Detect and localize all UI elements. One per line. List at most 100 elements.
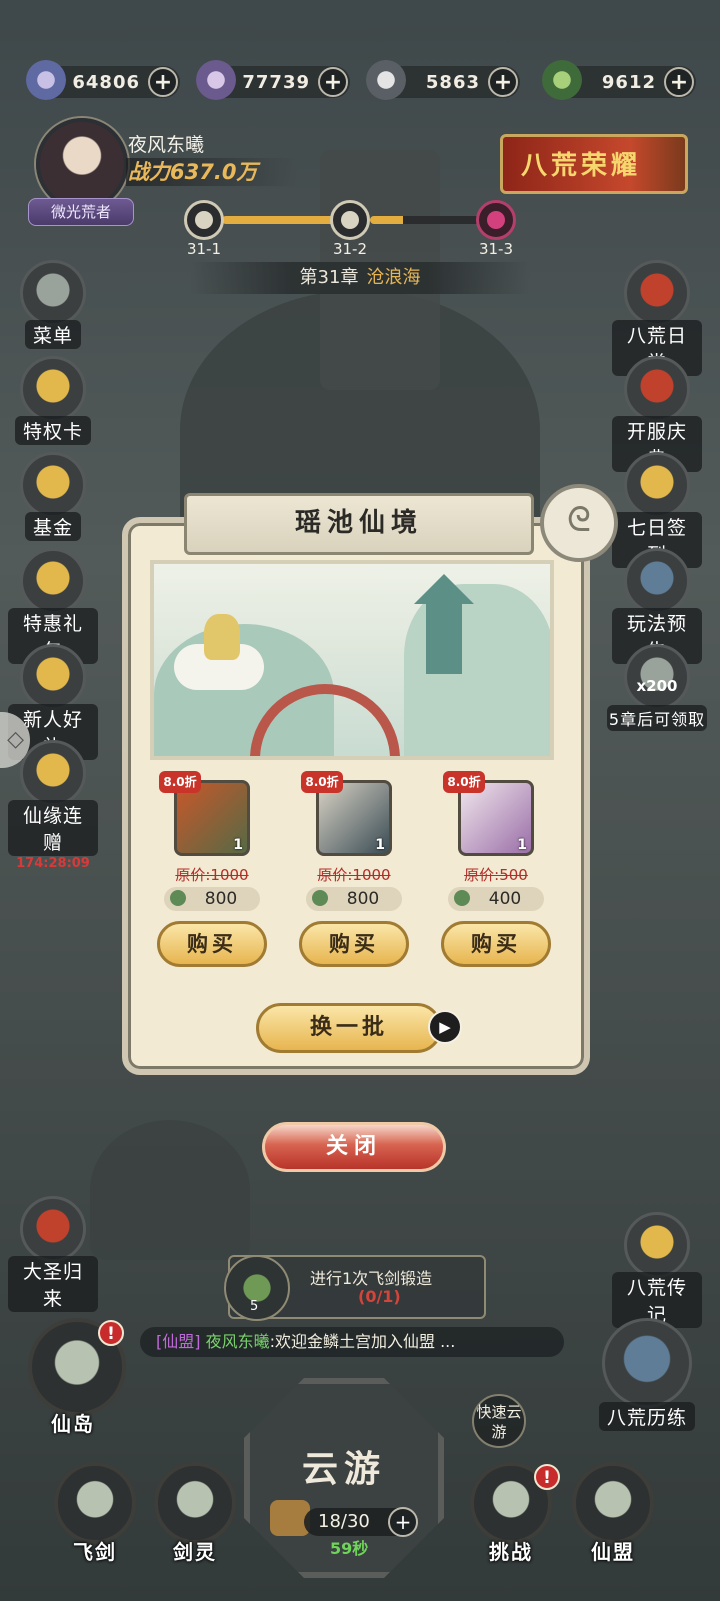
glory-banner[interactable]: 八荒荣耀 [500, 134, 688, 194]
refresh-button[interactable]: 换一批 [256, 1003, 442, 1053]
original-price: 原价:500 [464, 866, 528, 884]
close-button[interactable]: 关闭 [262, 1122, 446, 1172]
monkey-king-icon [20, 1196, 86, 1262]
combat-power: 战力637.0万 [126, 158, 298, 186]
hero-portrait: 8.0折 1 [443, 771, 534, 856]
jade-dragon-icon [170, 890, 186, 906]
sword-icon [54, 1462, 136, 1544]
quest-text: 进行1次飞剑锻造 [310, 1269, 433, 1288]
player-name: 夜风东曦 [128, 134, 205, 156]
buy-button[interactable]: 购买 [157, 921, 267, 967]
shop-item-1[interactable]: 8.0折 1 原价:1000 800 购买 [156, 771, 268, 967]
gift-box-icon [20, 548, 86, 614]
lantern-icon [624, 356, 690, 422]
buy-button[interactable]: 购买 [299, 921, 409, 967]
sale-price: 400 [448, 887, 544, 911]
resource-jade-dragon: 9612 + [542, 60, 696, 100]
stage-label: 31-1 [186, 240, 222, 258]
item-quantity: 1 [375, 837, 385, 853]
stage-node-3[interactable] [476, 200, 516, 240]
calendar-icon [624, 452, 690, 518]
jade-dragon-icon [542, 60, 582, 100]
sale-price: 800 [306, 887, 402, 911]
chat-message: :欢迎金鳞土宫加入仙盟 ... [269, 1332, 456, 1351]
fairyland-illustration [150, 560, 554, 760]
fate-gift-timer: 174:28:09 [16, 856, 90, 871]
quest-progress: (0/1) [358, 1287, 401, 1306]
chat-sender: 夜风东曦 [205, 1332, 270, 1351]
original-price: 原价:1000 [175, 866, 249, 884]
scroll-icon [624, 260, 690, 326]
menu-button[interactable]: 菜单 [8, 260, 98, 349]
gold-pot-icon [20, 644, 86, 710]
stage-progress-filled [222, 216, 338, 224]
buy-button[interactable]: 购买 [441, 921, 551, 967]
item-quantity: 1 [517, 837, 527, 853]
add-jade-dragon-button[interactable]: + [664, 67, 694, 97]
shop-item-3[interactable]: 8.0折 1 原价:500 400 购买 [440, 771, 552, 967]
old-sage-icon [154, 1462, 236, 1544]
stage-node-2[interactable] [330, 200, 370, 240]
stage-label: 31-3 [478, 240, 514, 258]
chapter-title: 第31章 沧浪海 [190, 262, 530, 294]
jade-dragon-icon [312, 890, 328, 906]
add-stamina-button[interactable]: + [388, 1507, 418, 1537]
item-quantity: 1 [233, 837, 243, 853]
avatar[interactable] [36, 118, 128, 210]
quest-tracker[interactable]: 5 进行1次飞剑锻造 (0/1) [224, 1255, 486, 1321]
gold-bag-icon [20, 740, 86, 806]
biography-button[interactable]: 八荒传记 [612, 1212, 702, 1328]
book-icon [624, 548, 690, 614]
crossed-swords-icon [602, 1318, 692, 1408]
stamina-counter: 18/30 + [304, 1507, 418, 1537]
demon-face-icon [195, 211, 213, 229]
alert-icon: ! [98, 1320, 124, 1346]
grid-icon [20, 260, 86, 326]
flying-sword-button[interactable]: 飞剑 [50, 1462, 140, 1565]
great-sage-button[interactable]: 大圣归来 [8, 1196, 98, 1312]
add-ore-button[interactable]: + [488, 67, 518, 97]
card-icon [20, 356, 86, 422]
discount-badge: 8.0折 [159, 771, 201, 793]
hero-portrait: 8.0折 1 [301, 771, 392, 856]
sale-price: 800 [164, 887, 260, 911]
chapter-reward-button[interactable]: x200 5章后可领取 [606, 644, 708, 731]
jade-dragon-icon: x200 [624, 644, 690, 710]
resource-crystal: 77739 + [196, 60, 350, 100]
quick-travel-button[interactable]: 快速云游 [472, 1394, 526, 1448]
stage-label: 31-2 [332, 240, 368, 258]
palace-icon [572, 1462, 654, 1544]
chat-bar[interactable]: [仙盟] 夜风东曦:欢迎金鳞土宫加入仙盟 ... [140, 1327, 564, 1357]
open-book-icon [624, 1212, 690, 1278]
sword-spirit-button[interactable]: 剑灵 [150, 1462, 240, 1565]
add-crystal-button[interactable]: + [318, 67, 348, 97]
resource-ore: 5863 + [366, 60, 520, 100]
privilege-card-button[interactable]: 特权卡 [8, 356, 98, 445]
original-price: 原价:1000 [317, 866, 391, 884]
spirit-orb-icon [26, 60, 66, 100]
demon-face-icon [341, 211, 359, 229]
popup-title: 瑶池仙境 [184, 493, 534, 555]
chat-channel: [仙盟] [156, 1332, 201, 1351]
immortal-figure [204, 614, 240, 660]
quest-count: 5 [250, 1299, 259, 1314]
trial-button[interactable]: 八荒历练 [592, 1318, 702, 1431]
stage-progress-partial [370, 216, 480, 224]
play-ad-icon[interactable]: ▶ [428, 1010, 462, 1044]
crystal-icon [196, 60, 236, 100]
treasure-chest-icon [20, 452, 86, 518]
shop-item-2[interactable]: 8.0折 1 原价:1000 800 购买 [298, 771, 410, 967]
add-spirit-orb-button[interactable]: + [148, 67, 178, 97]
discount-badge: 8.0折 [443, 771, 485, 793]
cloud-travel-label: 云游 [301, 1449, 386, 1490]
alliance-button[interactable]: 仙盟 [568, 1462, 658, 1565]
discount-badge: 8.0折 [301, 771, 343, 793]
stamina-countdown: 59秒 [330, 1539, 369, 1558]
ore-icon [366, 60, 406, 100]
fund-button[interactable]: 基金 [8, 452, 98, 541]
boss-face-icon [487, 211, 505, 229]
resource-spirit-orb: 64806 + [26, 60, 180, 100]
jade-dragon-icon [454, 890, 470, 906]
hero-portrait: 8.0折 1 [159, 771, 250, 856]
stage-node-1[interactable] [184, 200, 224, 240]
